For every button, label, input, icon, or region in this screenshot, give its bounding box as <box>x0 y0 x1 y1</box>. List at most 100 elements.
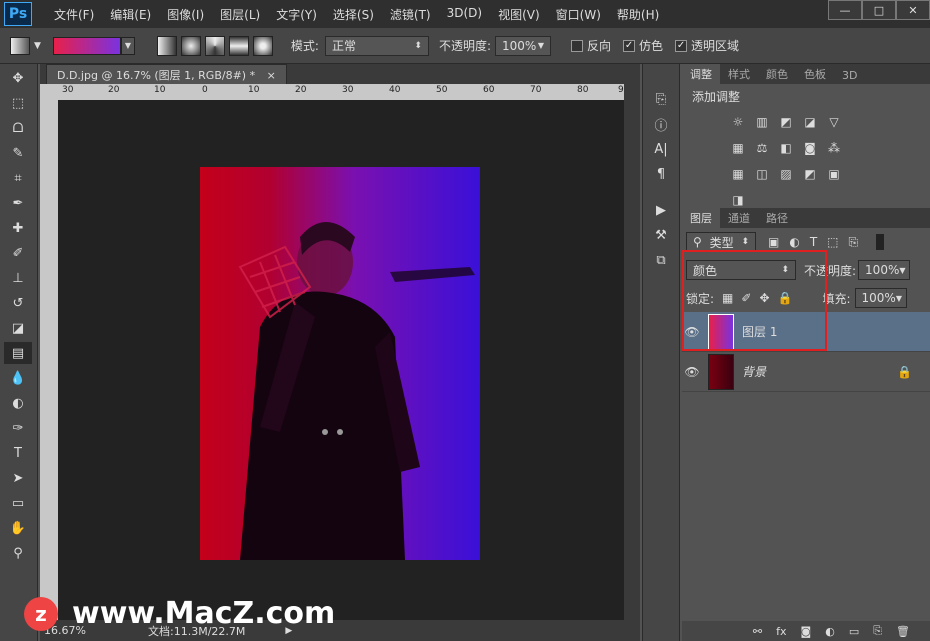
actions-panel-icon[interactable]: ▶ <box>647 199 675 221</box>
clone-stamp-tool-icon[interactable]: ⊥ <box>4 267 32 289</box>
eraser-tool-icon[interactable]: ◪ <box>4 317 32 339</box>
filter-type-icon[interactable]: T <box>810 235 817 249</box>
brush-tool-icon[interactable]: ✐ <box>4 242 32 264</box>
gradient-picker[interactable]: ▼ <box>52 36 135 55</box>
menu-3d[interactable]: 3D(D) <box>439 6 490 23</box>
eye-icon[interactable]: 👁 <box>682 365 702 379</box>
vertical-scrollbar[interactable] <box>624 84 640 620</box>
adjustment-layer-icon[interactable]: ◐ <box>825 625 835 638</box>
menu-edit[interactable]: 编辑(E) <box>102 6 159 23</box>
link-icon[interactable]: ⚯ <box>753 625 762 638</box>
crop-tool-icon[interactable]: ⌗ <box>4 167 32 189</box>
tab-adjustments[interactable]: 调整 <box>682 64 720 84</box>
history-panel-icon[interactable]: ⎘ <box>647 88 675 110</box>
layer-row[interactable]: 👁 背景 🔒 <box>682 352 930 392</box>
linear-gradient-button[interactable] <box>156 35 177 56</box>
gradient-map-icon[interactable]: ▣ <box>824 164 844 184</box>
tab-channels[interactable]: 通道 <box>720 208 758 228</box>
close-icon[interactable]: × <box>267 69 276 82</box>
blur-tool-icon[interactable]: 💧 <box>4 367 32 389</box>
reflected-gradient-button[interactable] <box>228 35 249 56</box>
maximize-button[interactable]: □ <box>862 0 896 20</box>
menu-filter[interactable]: 滤镜(T) <box>382 6 439 23</box>
vibrance-icon[interactable]: ▽ <box>824 112 844 132</box>
gradient-tool-icon[interactable]: ▤ <box>4 342 32 364</box>
exposure-icon[interactable]: ◪ <box>800 112 820 132</box>
menu-file[interactable]: 文件(F) <box>46 6 102 23</box>
threshold-icon[interactable]: ◩ <box>800 164 820 184</box>
color-balance-icon[interactable]: ⚖ <box>752 138 772 158</box>
angle-gradient-button[interactable] <box>204 35 225 56</box>
menu-help[interactable]: 帮助(H) <box>609 6 667 23</box>
3d-panel-icon[interactable]: ⧉ <box>647 249 675 271</box>
tool-preset-picker[interactable]: ▼ <box>10 36 41 55</box>
menu-image[interactable]: 图像(I) <box>159 6 212 23</box>
type-tool-icon[interactable]: T <box>4 442 32 464</box>
invert-icon[interactable]: ◫ <box>752 164 772 184</box>
zoom-tool-icon[interactable]: ⚲ <box>4 542 32 564</box>
tab-styles[interactable]: 样式 <box>720 64 758 84</box>
canvas-area[interactable] <box>58 100 624 620</box>
quick-select-tool-icon[interactable]: ✎ <box>4 142 32 164</box>
character-panel-icon[interactable]: A| <box>647 138 675 160</box>
radial-gradient-button[interactable] <box>180 35 201 56</box>
menu-view[interactable]: 视图(V) <box>490 6 548 23</box>
marquee-tool-icon[interactable]: ⬚ <box>4 92 32 114</box>
channel-mixer-icon[interactable]: ⁂ <box>824 138 844 158</box>
hue-icon[interactable]: ▦ <box>728 138 748 158</box>
dither-checkbox[interactable]: ✓ <box>623 39 636 52</box>
reverse-checkbox[interactable] <box>571 39 584 52</box>
tab-layers[interactable]: 图层 <box>682 208 720 228</box>
history-brush-tool-icon[interactable]: ↺ <box>4 292 32 314</box>
layer-opacity-input[interactable]: 100% ▼ <box>858 260 911 280</box>
bw-icon[interactable]: ◧ <box>776 138 796 158</box>
tab-swatches[interactable]: 色板 <box>796 64 834 84</box>
path-select-tool-icon[interactable]: ➤ <box>4 467 32 489</box>
mode-select[interactable]: 正常 ⬍ <box>324 35 429 56</box>
brightness-icon[interactable]: ☼ <box>728 112 748 132</box>
healing-brush-tool-icon[interactable]: ✚ <box>4 217 32 239</box>
fill-input[interactable]: 100% ▼ <box>854 288 907 308</box>
lasso-tool-icon[interactable]: ᗝ <box>4 117 32 139</box>
eyedropper-tool-icon[interactable]: ✒ <box>4 192 32 214</box>
tab-3d[interactable]: 3D <box>834 67 865 84</box>
filter-adjust-icon[interactable]: ◐ <box>789 235 799 249</box>
tool-presets-icon[interactable]: ⚒ <box>647 224 675 246</box>
ruler-origin[interactable] <box>40 84 58 100</box>
levels-icon[interactable]: ▥ <box>752 112 772 132</box>
move-tool-icon[interactable]: ✥ <box>4 67 32 89</box>
gradient-swatch[interactable] <box>52 36 121 55</box>
new-layer-icon[interactable]: ⎘ <box>873 624 882 638</box>
menu-select[interactable]: 选择(S) <box>325 6 382 23</box>
chevron-down-icon[interactable]: ▼ <box>120 36 135 55</box>
curves-icon[interactable]: ◩ <box>776 112 796 132</box>
menu-type[interactable]: 文字(Y) <box>268 6 325 23</box>
shape-tool-icon[interactable]: ▭ <box>4 492 32 514</box>
filter-shape-icon[interactable]: ⬚ <box>827 235 838 249</box>
tab-paths[interactable]: 路径 <box>758 208 796 228</box>
transparency-checkbox[interactable]: ✓ <box>675 39 688 52</box>
tab-color[interactable]: 颜色 <box>758 64 796 84</box>
photo-filter-icon[interactable]: ◙ <box>800 138 820 158</box>
close-button[interactable]: ✕ <box>896 0 930 20</box>
filter-smart-icon[interactable]: ⎘ <box>849 235 859 250</box>
menu-layer[interactable]: 图层(L) <box>212 6 268 23</box>
folder-icon[interactable]: ▭ <box>849 625 859 638</box>
document-tab[interactable]: D.D.jpg @ 16.7% (图层 1, RGB/8#) * × <box>46 64 287 84</box>
hand-tool-icon[interactable]: ✋ <box>4 517 32 539</box>
filter-toggle[interactable] <box>876 234 885 250</box>
info-panel-icon[interactable]: ⓘ <box>647 113 675 135</box>
filter-pixel-icon[interactable]: ▣ <box>768 235 779 249</box>
dodge-tool-icon[interactable]: ◐ <box>4 392 32 414</box>
menu-window[interactable]: 窗口(W) <box>548 6 609 23</box>
selective-color-icon[interactable]: ◨ <box>728 190 748 210</box>
pen-tool-icon[interactable]: ✑ <box>4 417 32 439</box>
posterize-icon[interactable]: ▨ <box>776 164 796 184</box>
layer-filter-select[interactable]: ⚲ 类型 ⬍ <box>686 232 756 252</box>
fx-icon[interactable]: fx <box>776 625 786 638</box>
trash-icon[interactable]: 🗑 <box>896 625 910 638</box>
mask-icon[interactable]: ◙ <box>801 625 812 638</box>
paragraph-panel-icon[interactable]: ¶ <box>647 163 675 185</box>
color-lookup-icon[interactable]: ▦ <box>728 164 748 184</box>
minimize-button[interactable]: — <box>828 0 862 20</box>
